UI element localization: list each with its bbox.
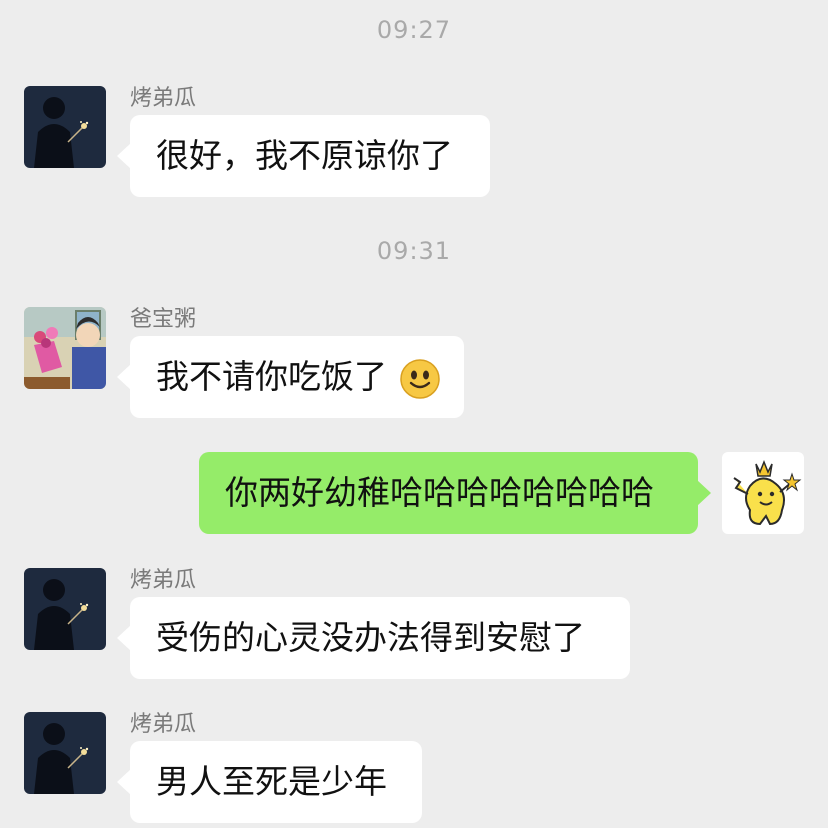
message-bubble[interactable]: 我不请你吃饭了 (117, 336, 464, 418)
dark-boy-sparkler-avatar (24, 712, 106, 794)
sender-avatar[interactable] (24, 568, 106, 650)
timestamp: 09:27 (376, 16, 452, 44)
sender-name: 烤弟瓜 (130, 86, 197, 111)
timestamp: 09:31 (376, 237, 452, 265)
message-text: 男人至死是少年 (156, 762, 387, 801)
sender-name: 爸宝粥 (130, 307, 197, 332)
message-text: 你两好幼稚哈哈哈哈哈哈哈哈 (225, 473, 654, 512)
message-text: 很好，我不原谅你了 (156, 136, 453, 175)
sender-name: 烤弟瓜 (130, 712, 197, 737)
sender-avatar[interactable] (24, 307, 106, 389)
self-avatar[interactable] (722, 452, 804, 534)
dark-boy-sparkler-avatar (24, 568, 106, 650)
dark-boy-sparkler-avatar (24, 86, 106, 168)
message-text: 我不请你吃饭了 (156, 357, 387, 396)
sender-avatar[interactable] (24, 86, 106, 168)
sender-name: 烤弟瓜 (130, 568, 197, 593)
sender-avatar[interactable] (24, 712, 106, 794)
smile-emoji (399, 358, 440, 399)
message-bubble[interactable]: 很好，我不原谅你了 (117, 115, 490, 197)
message-text: 受伤的心灵没办法得到安慰了 (156, 618, 585, 657)
yellow-crown-mascot-avatar (722, 452, 804, 534)
message-bubble[interactable]: 受伤的心灵没办法得到安慰了 (117, 597, 630, 679)
message-bubble[interactable]: 男人至死是少年 (117, 741, 422, 823)
cartoon-bouquet-avatar (24, 307, 106, 389)
message-bubble[interactable]: 你两好幼稚哈哈哈哈哈哈哈哈 (199, 452, 711, 534)
